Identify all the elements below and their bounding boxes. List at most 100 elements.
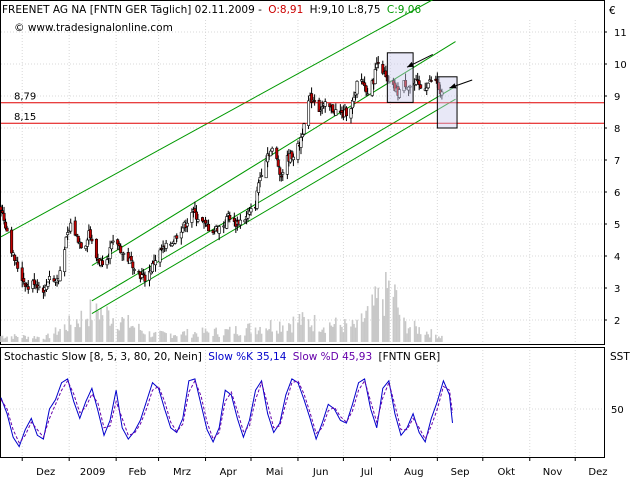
volume-bar [47,333,49,342]
volume-bar [330,325,333,342]
volume-bar [119,322,122,342]
volume-bar [100,308,102,342]
volume-bar [233,333,236,342]
volume-bar [395,290,398,342]
volume-bar [91,320,93,342]
candle-body [201,217,205,222]
candle-body [37,285,41,288]
volume-bar [191,337,193,342]
volume-bar [321,329,323,342]
volume-bar [65,329,67,342]
volume-bar [345,323,348,342]
volume-bar [63,324,66,342]
candle-body [2,212,6,221]
volume-bar [138,323,140,342]
candle-body [11,252,15,256]
volume-bar [303,316,305,342]
currency-label: € [609,5,616,17]
candle-body [352,96,356,102]
volume-bar [436,338,439,342]
candle-body [143,274,147,282]
candle-body [164,242,168,249]
chart: 8,79 8,15 2 3 4 5 6 7 8 9 10 11 50 Dez 2009 Feb Mrz Apr… [0,0,640,480]
x-tick-label: Nov [543,467,563,478]
candle-body [69,222,73,232]
chart-title: FREENET AG NA [FNTN GER Täglich] 02.11.2… [2,4,421,16]
volume-bar [392,296,395,342]
volume-bar [75,319,78,342]
volume-bar [144,334,146,342]
volume-bar [163,332,166,342]
volume-bar [142,333,145,342]
volume-bar [25,339,28,342]
candle-body [181,227,185,233]
volume-bar [439,338,442,342]
volume-bar [277,333,280,342]
volume-bar [257,330,260,342]
volume-bar [385,272,387,342]
volume-bar [112,318,114,342]
volume-bar [121,317,124,342]
candle-body [105,259,109,266]
candle-body [278,167,282,175]
volume-bar [56,334,58,342]
candle-body [110,242,114,250]
volume-bar [24,335,27,342]
candle-body [258,177,262,182]
candle-body [47,276,51,281]
volume-bar [207,332,210,342]
candle-body [46,281,50,287]
volume-bar [324,332,327,342]
volume-bar [107,310,110,342]
candle-body [58,270,62,282]
volume-bar [365,310,367,342]
candle-body [119,245,123,254]
volume-bar [172,335,175,342]
candle-body [319,109,323,112]
highlight-box [386,52,414,103]
candle-body [255,190,259,209]
volume-bar [133,327,136,342]
volume-bar [38,337,40,342]
volume-bar [183,331,186,342]
volume-bar [213,328,216,342]
volume-bar [224,329,227,342]
candle-body [313,100,317,102]
volume-bar [165,333,167,342]
volume-bar [248,323,251,342]
candle-body [331,104,335,113]
candle-body [0,206,3,211]
candle-body [291,156,295,161]
volume-bar [313,314,316,342]
volume-bar [288,323,290,342]
volume-bar [6,336,8,342]
volume-bar [292,316,295,342]
candle-body [111,240,115,243]
volume-bar [0,336,2,342]
volume-bar [127,315,130,342]
volume-bar [203,332,205,342]
volume-bar [341,326,343,342]
candle-body [238,219,242,226]
volume-bar [416,333,419,342]
volume-bar [428,337,431,342]
volume-bar [171,337,174,342]
y-tick-label: 6 [614,188,620,199]
volume-bar [86,318,89,342]
candle-body [207,223,211,232]
candle-body [257,182,261,193]
y-tick-label: 10 [614,60,627,71]
volume-bar [309,327,311,342]
open-text: O:8,91 [268,4,303,16]
volume-bar [269,320,272,342]
volume-bar [322,327,325,342]
volume-bar [54,327,57,342]
candle-body [75,233,79,236]
volume-bar [42,338,45,342]
x-tick-label: Feb [128,467,146,478]
candle-body [249,208,253,213]
volume-bar [218,336,220,342]
candle-body [22,278,26,283]
volume-bar [297,322,299,342]
y-tick-label: 7 [614,156,620,167]
